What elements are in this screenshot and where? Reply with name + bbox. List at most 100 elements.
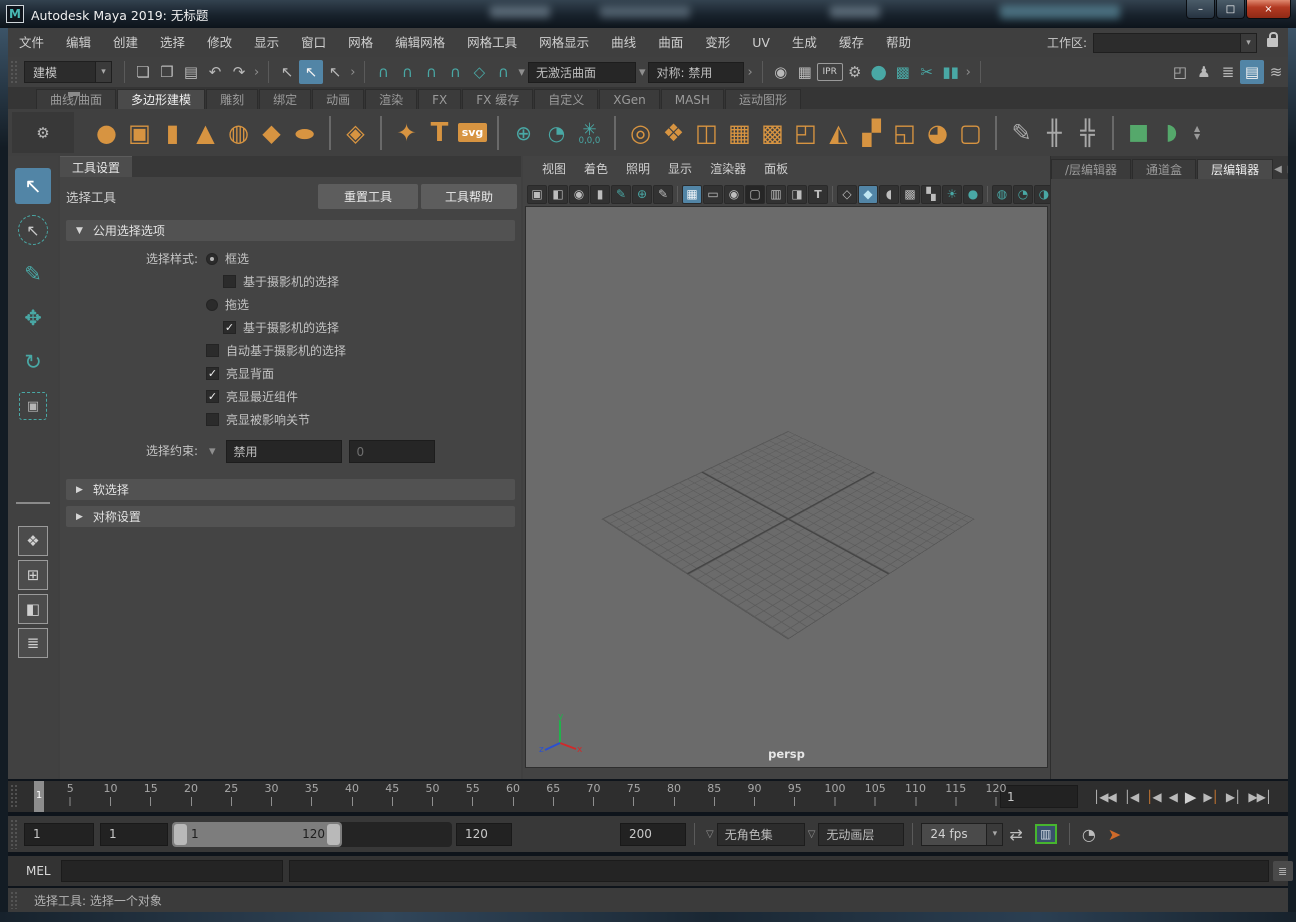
tab-雕刻[interactable]: 雕刻: [206, 89, 259, 109]
select-object-icon[interactable]: ↖: [299, 60, 324, 84]
menu-item-生成[interactable]: 生成: [781, 28, 828, 57]
go-to-end-button[interactable]: ▶▶│: [1245, 788, 1274, 806]
modeling-toolkit-icon[interactable]: ◰: [1168, 60, 1192, 84]
fps-selector[interactable]: 24 fps ▾: [921, 822, 1004, 846]
lock-icon[interactable]: [1267, 32, 1278, 47]
menu-item-缓存[interactable]: 缓存: [828, 28, 875, 57]
bevel-icon[interactable]: ◭: [822, 115, 855, 151]
paint-vertex-icon[interactable]: ■: [1122, 115, 1155, 151]
checkbox-基于摄影机的选择[interactable]: [223, 275, 236, 288]
tab-tool-settings[interactable]: 工具设置: [60, 156, 133, 177]
gate-mask-icon[interactable]: ▢: [745, 184, 765, 204]
layout-outliner-persp-button[interactable]: ≣: [18, 628, 48, 658]
step-forward-key-button[interactable]: ▶│: [1200, 788, 1220, 806]
snap-curve-icon[interactable]: ∩: [395, 60, 419, 84]
select-component-icon[interactable]: ↖: [323, 60, 347, 84]
menu-item-网格工具[interactable]: 网格工具: [456, 28, 528, 57]
save-scene-icon[interactable]: ▤: [179, 60, 203, 84]
radio-框选[interactable]: [206, 252, 218, 265]
use-default-material-icon[interactable]: ▚: [921, 184, 941, 204]
symmetry-field[interactable]: 对称: 禁用: [648, 61, 745, 83]
drag-grip[interactable]: [10, 784, 18, 809]
tab-自定义[interactable]: 自定义: [534, 89, 599, 109]
poly-cylinder-icon[interactable]: ▮: [156, 115, 189, 151]
attribute-editor-icon[interactable]: ≣: [1216, 60, 1240, 84]
fps-value[interactable]: 24 fps: [921, 822, 988, 846]
camera-select-icon[interactable]: ▣: [527, 184, 547, 204]
tab-通道盒[interactable]: 通道盒: [1132, 159, 1197, 179]
poly-cube-icon[interactable]: ▣: [123, 115, 156, 151]
poly-sphere-icon[interactable]: ●: [90, 115, 123, 151]
rotate-tool[interactable]: ↻: [15, 344, 51, 380]
sculpt-icon[interactable]: ◕: [921, 115, 954, 151]
play-forwards-button[interactable]: ▶: [1182, 786, 1199, 808]
layout-two-pane-button[interactable]: ◧: [18, 594, 48, 624]
offset-edge-loop-icon[interactable]: ╬: [1071, 115, 1104, 151]
playback-loop-icon[interactable]: ⇄: [1009, 825, 1022, 844]
ipr-render-icon[interactable]: IPR: [816, 63, 843, 81]
poly-cone-icon[interactable]: ▲: [189, 115, 222, 151]
range-slider-track[interactable]: 1 120: [172, 821, 452, 847]
display-render-globals-icon[interactable]: ●: [867, 60, 891, 84]
menu-item-修改[interactable]: 修改: [196, 28, 243, 57]
drag-grip[interactable]: [10, 819, 18, 849]
chevron-down-icon[interactable]: ▾: [1241, 32, 1257, 53]
close-button[interactable]: ×: [1246, 0, 1291, 19]
tab-绑定[interactable]: 绑定: [259, 89, 312, 109]
grid-toggle-icon[interactable]: ▦: [682, 184, 702, 204]
menu-item-面板[interactable]: 面板: [755, 155, 797, 184]
command-output[interactable]: [288, 860, 1269, 882]
anim-snapshot-icon[interactable]: ▥: [1034, 824, 1057, 844]
render-view-icon[interactable]: ◉: [769, 60, 793, 84]
checkbox-亮显被影响关节[interactable]: [206, 413, 219, 426]
new-scene-icon[interactable]: ❏: [131, 60, 155, 84]
quad-draw-icon[interactable]: ▢: [954, 115, 987, 151]
menu-item-UV[interactable]: UV: [741, 28, 781, 57]
menu-item-选择[interactable]: 选择: [149, 28, 196, 57]
insert-edge-loop-icon[interactable]: ╫: [1038, 115, 1071, 151]
tab-MASH[interactable]: MASH: [660, 89, 724, 109]
checkbox-基于摄影机的选择[interactable]: ✓: [223, 321, 236, 334]
character-set-dropdown[interactable]: 无角色集: [716, 822, 805, 846]
type-tool-icon[interactable]: T: [423, 115, 456, 151]
menu-item-着色[interactable]: 着色: [575, 155, 617, 184]
step-back-key-button[interactable]: │◀: [1143, 788, 1163, 806]
menu-item-曲面[interactable]: 曲面: [647, 28, 694, 57]
go-to-start-button[interactable]: │◀◀: [1090, 788, 1119, 806]
shadows-toggle-icon[interactable]: ●: [963, 184, 983, 204]
checkbox-自动基于摄影机的选择[interactable]: [206, 344, 219, 357]
pause-icon[interactable]: ▮▮: [939, 60, 963, 84]
playback-start-field[interactable]: 1: [100, 822, 168, 846]
checkbox-亮显最近组件[interactable]: ✓: [206, 390, 219, 403]
constraint-number-field[interactable]: 0: [348, 440, 435, 463]
wireframe-on-shaded-icon[interactable]: ◖: [879, 184, 899, 204]
menu-item-曲线[interactable]: 曲线: [600, 28, 647, 57]
snap-point-icon[interactable]: ∩: [419, 60, 443, 84]
tab-动画[interactable]: 动画: [312, 89, 365, 109]
prev-tab-icon[interactable]: ◀: [1274, 164, 1282, 175]
safe-title-icon[interactable]: T: [808, 184, 828, 204]
playback-range[interactable]: 1 120: [172, 821, 342, 847]
film-gate-icon[interactable]: ▭: [703, 184, 723, 204]
menu-item-渲染器[interactable]: 渲染器: [701, 155, 755, 184]
camera-lock-icon[interactable]: ◧: [548, 184, 568, 204]
undo-icon[interactable]: ↶: [203, 60, 227, 84]
tool-help-button[interactable]: 工具帮助: [421, 184, 517, 209]
script-editor-icon[interactable]: ≣: [1272, 861, 1293, 881]
extrude-icon[interactable]: ◰: [789, 115, 822, 151]
chevron-down-icon[interactable]: ▽: [706, 829, 714, 840]
lighting-toggle-icon[interactable]: ☀: [942, 184, 962, 204]
shelf-scroll-arrows[interactable]: ▲ ▼: [1194, 124, 1200, 141]
scale-tool[interactable]: ▣: [19, 392, 47, 420]
safe-action-icon[interactable]: ◨: [787, 184, 807, 204]
construction-locator-icon[interactable]: ⊕: [507, 115, 540, 151]
animation-end-field[interactable]: 200: [620, 822, 686, 846]
hypershade-icon[interactable]: ▩: [891, 60, 915, 84]
section-symmetry[interactable]: ▶ 对称设置: [66, 506, 515, 527]
poly-torus-icon[interactable]: ◍: [222, 115, 255, 151]
menu-set-value[interactable]: 建模: [24, 61, 96, 83]
resolution-gate-icon[interactable]: ◉: [724, 184, 744, 204]
smooth-icon[interactable]: ▩: [756, 115, 789, 151]
auto-keyframe-icon[interactable]: ➤: [1108, 825, 1121, 844]
checkbox-亮显背面[interactable]: ✓: [206, 367, 219, 380]
